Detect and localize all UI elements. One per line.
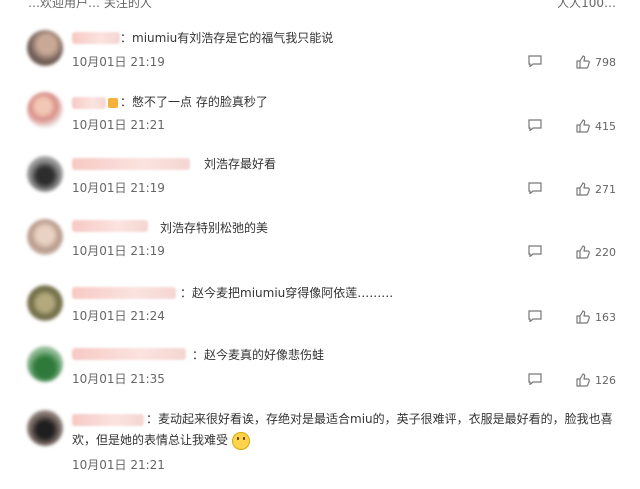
like-count: 271: [595, 183, 616, 196]
comment-text: ：憋不了一点 存的脸真秒了: [120, 95, 268, 109]
comment-text: 刘浩存特别松弛的美: [160, 221, 269, 235]
username[interactable]: [72, 348, 186, 360]
comment-text: ：赵今麦真的好像悲伤蛙: [192, 348, 325, 362]
username[interactable]: [72, 414, 144, 426]
top-bar-right-text: 人人100…: [557, 0, 616, 10]
like-count: 798: [595, 56, 616, 69]
avatar[interactable]: [27, 410, 63, 446]
comment-icon[interactable]: [528, 373, 542, 385]
top-bar-left-text: …欢迎用户… 关注的人: [28, 0, 152, 10]
avatar[interactable]: [27, 346, 63, 382]
thumbs-up-icon[interactable]: [576, 55, 590, 69]
thumbs-up-icon[interactable]: [576, 373, 590, 387]
thumbs-up-icon[interactable]: [576, 310, 590, 324]
like-count: 163: [595, 311, 616, 324]
username[interactable]: [72, 287, 176, 299]
comment-time: 10月01日 21:19: [72, 244, 165, 258]
comment-time: 10月01日 21:24: [72, 309, 165, 323]
avatar[interactable]: [27, 92, 63, 128]
avatar[interactable]: [27, 219, 63, 255]
top-bar: …欢迎用户… 关注的人 人人100…: [0, 0, 640, 12]
comment-text-line1: ：麦动起来很好看诶，存绝对是最适合miu的，英子很难评，衣服是最好看的，脸我也喜: [146, 412, 613, 426]
comment-time: 10月01日 21:19: [72, 55, 165, 69]
vip-badge: [108, 98, 118, 108]
comment-time: 10月01日 21:21: [72, 458, 165, 472]
username[interactable]: [72, 158, 190, 170]
comment-time: 10月01日 21:35: [72, 372, 165, 386]
like-count: 220: [595, 246, 616, 259]
comment-text: ：赵今麦把miumiu穿得像阿依莲………: [180, 286, 394, 300]
comment-icon[interactable]: [528, 310, 542, 322]
thumbs-up-icon[interactable]: [576, 245, 590, 259]
username[interactable]: [72, 97, 106, 109]
comment-icon[interactable]: [528, 245, 542, 257]
avatar[interactable]: [27, 285, 63, 321]
comment-icon[interactable]: [528, 182, 542, 194]
like-count: 415: [595, 120, 616, 133]
comment-text: ：miumiu有刘浩存是它的福气我只能说: [120, 31, 334, 45]
avatar[interactable]: [27, 156, 63, 192]
username[interactable]: [72, 32, 120, 44]
comment-icon[interactable]: [528, 119, 542, 131]
avatar[interactable]: [27, 30, 63, 66]
comment-text-line2-content: 欢，但是她的表情总让我难受: [72, 433, 229, 447]
thumbs-up-icon[interactable]: [576, 119, 590, 133]
comment-text: 刘浩存最好看: [204, 157, 277, 171]
comment-icon[interactable]: [528, 55, 542, 67]
thumbs-up-icon[interactable]: [576, 182, 590, 196]
comment-time: 10月01日 21:21: [72, 118, 165, 132]
smile-emoji-icon: [232, 431, 251, 450]
like-count: 126: [595, 374, 616, 387]
comment-text-line2: 欢，但是她的表情总让我难受: [72, 430, 251, 450]
username[interactable]: [72, 220, 148, 232]
comment-time: 10月01日 21:19: [72, 181, 165, 195]
